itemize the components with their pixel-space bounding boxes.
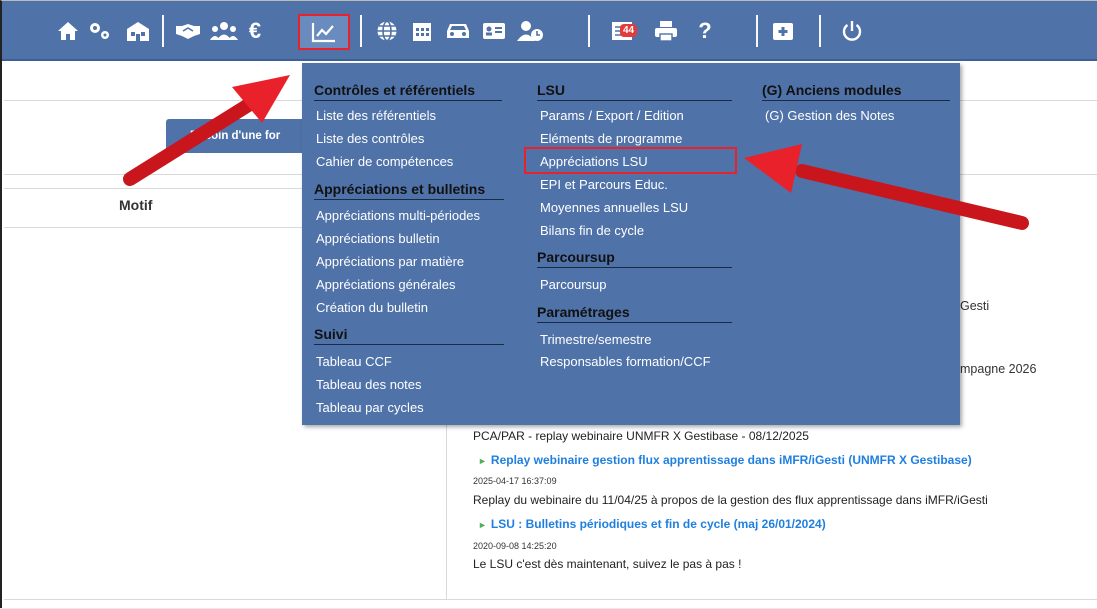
car-icon[interactable] <box>442 15 474 47</box>
news-link-label: LSU : Bulletins périodiques et fin de cy… <box>490 517 826 531</box>
menu-item[interactable]: EPI et Parcours Educ. <box>540 177 668 192</box>
menu-item[interactable]: Liste des référentiels <box>316 108 436 123</box>
news-fragment: Gesti <box>960 299 990 313</box>
motif-column-header: Motif <box>119 197 153 213</box>
menu-heading: Appréciations et bulletins <box>314 181 504 200</box>
people-group-icon[interactable] <box>208 15 240 47</box>
menu-item[interactable]: Trimestre/semestre <box>540 332 651 347</box>
toolbar-separator <box>360 15 362 47</box>
app-frame: € 44 ? Besoin d'une for Motif Gesti mpag… <box>0 0 1097 608</box>
menu-item[interactable]: Bilans fin de cycle <box>540 223 644 238</box>
triangle-icon: ► <box>478 520 487 530</box>
menu-item[interactable]: Tableau par cycles <box>316 400 424 415</box>
menu-heading: Suivi <box>314 326 504 345</box>
menu-item[interactable]: Responsables formation/CCF <box>540 354 711 369</box>
toolbar-separator <box>162 15 164 47</box>
menu-heading: Paramétrages <box>537 304 732 323</box>
menu-heading: Parcoursup <box>537 249 732 268</box>
besoin-aide-label: Besoin d'une for <box>190 130 281 142</box>
menu-item[interactable]: Eléments de programme <box>540 131 682 146</box>
print-icon[interactable] <box>650 15 682 47</box>
news-fragment: mpagne 2026 <box>960 362 1037 376</box>
power-icon[interactable] <box>837 15 867 47</box>
school-building-icon[interactable] <box>122 15 154 47</box>
toolbar-separator <box>588 15 590 47</box>
divider <box>4 599 1097 600</box>
menu-heading: (G) Anciens modules <box>762 82 950 101</box>
menu-item[interactable]: (G) Gestion des Notes <box>765 108 894 123</box>
menu-item[interactable]: Liste des contrôles <box>316 131 424 146</box>
news-text: PCA/PAR - replay webinaire UNMFR X Gesti… <box>473 429 809 443</box>
news-text: Replay du webinaire du 11/04/25 à propos… <box>473 493 988 507</box>
medical-kit-icon[interactable] <box>767 15 799 47</box>
menu-heading: Contrôles et référentiels <box>314 82 502 101</box>
menu-heading: LSU <box>537 82 732 101</box>
menu-item[interactable]: Parcoursup <box>540 277 606 292</box>
menu-item[interactable]: Création du bulletin <box>316 300 428 315</box>
triangle-icon: ► <box>478 456 487 466</box>
menu-item[interactable]: Cahier de compétences <box>316 154 453 169</box>
menu-item[interactable]: Appréciations générales <box>316 277 455 292</box>
handshake-icon[interactable] <box>172 15 204 47</box>
news-link[interactable]: ► Replay webinaire gestion flux apprentis… <box>478 453 972 467</box>
gears-icon[interactable] <box>85 15 115 47</box>
globe-icon[interactable] <box>372 15 402 47</box>
highlight-box <box>524 147 737 174</box>
calendar-icon[interactable] <box>407 15 437 47</box>
menu-item[interactable]: Tableau CCF <box>316 354 392 369</box>
message-list-icon[interactable]: 44 <box>600 15 646 47</box>
news-text: Le LSU c'est dès maintenant, suivez le p… <box>473 557 742 571</box>
menu-item[interactable]: Params / Export / Edition <box>540 108 684 123</box>
menu-item[interactable]: Appréciations bulletin <box>316 231 440 246</box>
toolbar-separator <box>756 15 758 47</box>
user-clock-icon[interactable] <box>514 15 546 47</box>
chart-line-icon[interactable] <box>298 14 350 50</box>
news-date: 2025-04-17 16:37:09 <box>473 476 557 486</box>
menu-item[interactable]: Moyennes annuelles LSU <box>540 200 688 215</box>
main-toolbar: € 44 ? <box>2 1 1097 61</box>
news-link[interactable]: ► LSU : Bulletins périodiques et fin de c… <box>478 517 826 531</box>
menu-item[interactable]: Appréciations par matière <box>316 254 464 269</box>
id-card-icon[interactable] <box>479 15 509 47</box>
toolbar-separator <box>819 15 821 47</box>
home-icon[interactable] <box>54 15 82 47</box>
news-date: 2020-09-08 14:25:20 <box>473 541 557 551</box>
euro-icon[interactable]: € <box>244 15 266 47</box>
help-icon[interactable]: ? <box>692 15 718 47</box>
menu-item[interactable]: Appréciations multi-périodes <box>316 208 480 223</box>
notification-badge: 44 <box>620 24 638 37</box>
menu-item[interactable]: Tableau des notes <box>316 377 422 392</box>
news-link-label: Replay webinaire gestion flux apprentiss… <box>490 453 972 467</box>
besoin-aide-button[interactable]: Besoin d'une for <box>166 119 306 153</box>
